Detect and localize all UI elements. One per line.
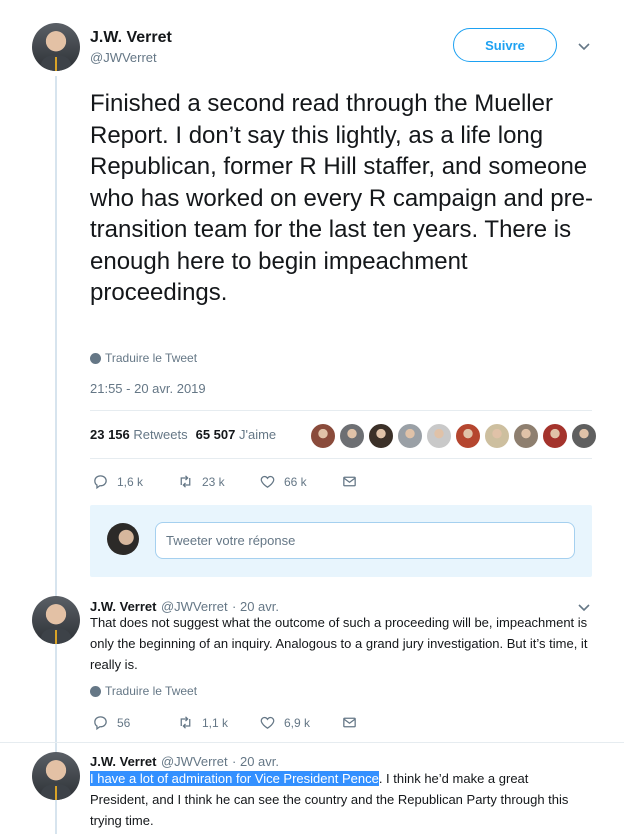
- reply-input[interactable]: Tweeter votre réponse: [155, 522, 575, 559]
- translate-tweet-link[interactable]: Traduire le Tweet: [90, 684, 197, 698]
- reply-composer: Tweeter votre réponse: [90, 505, 592, 577]
- heart-icon: [260, 716, 275, 729]
- envelope-icon: [343, 476, 356, 487]
- tweet-date[interactable]: · 20 avr.: [232, 754, 279, 769]
- heart-icon: [260, 475, 275, 488]
- liker-avatar[interactable]: [455, 423, 481, 449]
- liker-avatar[interactable]: [368, 423, 394, 449]
- chevron-down-icon[interactable]: [578, 38, 590, 54]
- reply-text: That does not suggest what the outcome o…: [90, 615, 588, 672]
- liker-avatar[interactable]: [310, 423, 336, 449]
- liker-avatar[interactable]: [571, 423, 597, 449]
- author-name[interactable]: J.W. Verret: [90, 29, 172, 47]
- divider: [90, 410, 592, 411]
- divider: [90, 458, 592, 459]
- liker-avatar[interactable]: [484, 423, 510, 449]
- like-button[interactable]: 6,9 k: [259, 714, 341, 731]
- reply-icon: [94, 475, 107, 490]
- globe-icon: [90, 685, 101, 697]
- retweet-icon: [180, 475, 191, 488]
- reply-button[interactable]: 56: [92, 714, 177, 731]
- tweet-actions: 1,6 k 23 k 66 k: [92, 473, 358, 490]
- avatar[interactable]: [32, 23, 80, 71]
- message-button[interactable]: [341, 473, 358, 490]
- globe-icon: [90, 352, 101, 364]
- liker-avatar[interactable]: [542, 423, 568, 449]
- likers-avatars[interactable]: [310, 423, 597, 449]
- retweet-icon: [180, 716, 191, 729]
- thread-line: [55, 76, 57, 834]
- follow-button[interactable]: Suivre: [453, 28, 557, 62]
- divider: [0, 742, 624, 743]
- message-button[interactable]: [341, 714, 358, 731]
- retweet-button[interactable]: 23 k: [177, 473, 259, 490]
- avatar[interactable]: [32, 596, 80, 644]
- tweet-stats: 23 156 Retweets 65 507 J'aime: [90, 427, 276, 442]
- tweet-text: Finished a second read through the Muell…: [90, 90, 593, 306]
- liker-avatar[interactable]: [426, 423, 452, 449]
- retweets-stat[interactable]: 23 156 Retweets: [90, 427, 188, 442]
- author-name[interactable]: J.W. Verret: [90, 754, 156, 769]
- tweet-timestamp[interactable]: 21:55 - 20 avr. 2019: [90, 381, 206, 396]
- author-handle[interactable]: @JWVerret: [90, 50, 157, 65]
- liker-avatar[interactable]: [397, 423, 423, 449]
- envelope-icon: [343, 717, 356, 728]
- translate-tweet-link[interactable]: Traduire le Tweet: [90, 351, 197, 365]
- reply-text: I have a lot of admiration for Vice Pres…: [90, 771, 569, 828]
- liker-avatar[interactable]: [513, 423, 539, 449]
- current-user-avatar: [107, 523, 139, 555]
- tweet-actions: 56 1,1 k 6,9 k: [92, 714, 358, 731]
- author-handle[interactable]: @JWVerret: [161, 754, 228, 769]
- like-button[interactable]: 66 k: [259, 473, 341, 490]
- liker-avatar[interactable]: [339, 423, 365, 449]
- likes-stat[interactable]: 65 507 J'aime: [196, 427, 277, 442]
- reply-button[interactable]: 1,6 k: [92, 473, 177, 490]
- retweet-button[interactable]: 1,1 k: [177, 714, 259, 731]
- avatar[interactable]: [32, 752, 80, 800]
- selected-text: I have a lot of admiration for Vice Pres…: [90, 771, 379, 786]
- reply-icon: [94, 716, 107, 731]
